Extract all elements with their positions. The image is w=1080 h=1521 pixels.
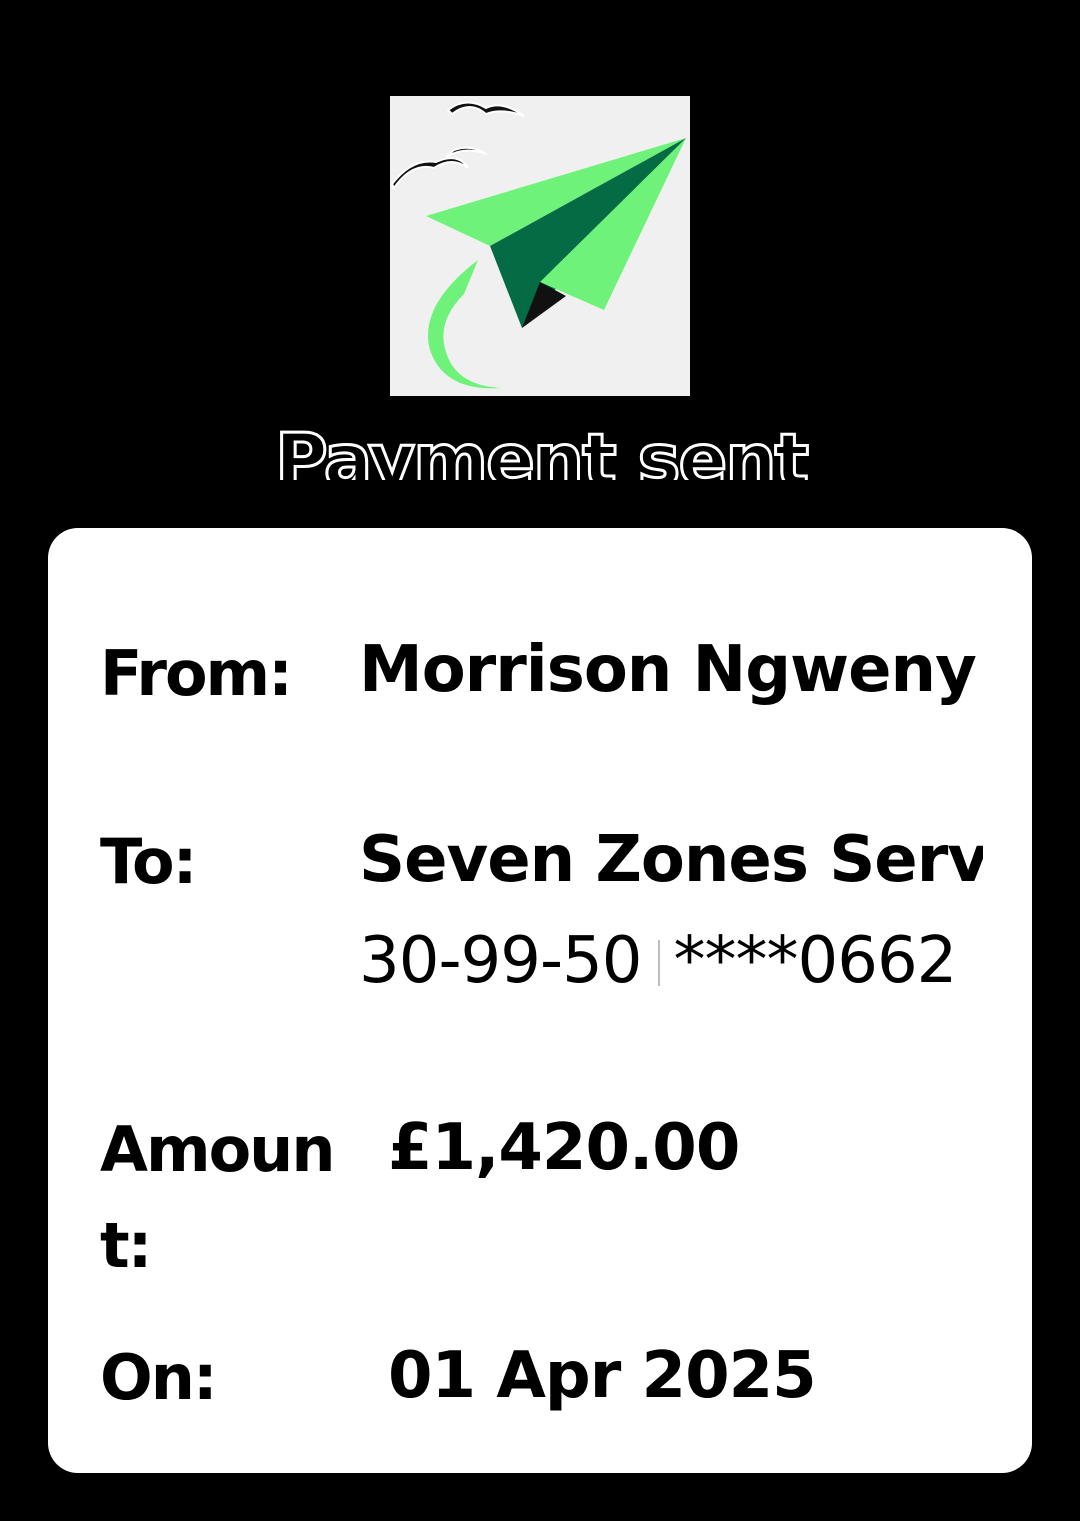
page-title-container: Payment sent bbox=[0, 410, 1080, 481]
from-value: Morrison Ngweny bbox=[359, 633, 977, 707]
sort-code: 30-99-50 bbox=[359, 924, 642, 998]
account-number: ****0662 bbox=[673, 924, 958, 998]
to-label: To: bbox=[100, 825, 197, 898]
paper-plane-icon bbox=[390, 101, 686, 389]
to-name: Seven Zones Serv bbox=[359, 823, 983, 897]
amount-value: £1,420.00 bbox=[388, 1111, 740, 1185]
on-label: On: bbox=[100, 1341, 218, 1414]
plane-trail bbox=[428, 260, 502, 389]
page-title: Payment sent bbox=[273, 417, 810, 481]
divider bbox=[657, 940, 660, 986]
app-logo bbox=[390, 96, 690, 396]
date-value: 01 Apr 2025 bbox=[388, 1339, 816, 1413]
from-label: From: bbox=[100, 637, 293, 710]
bird-icon bbox=[390, 157, 469, 190]
amount-label-line2: t: bbox=[100, 1209, 152, 1282]
payee-account-details: 30-99-50 ****0662 bbox=[359, 921, 983, 1001]
bird-icon bbox=[446, 101, 525, 117]
receipt-card: From: Morrison Ngweny To: Seven Zones Se… bbox=[48, 528, 1032, 1473]
amount-label-line1: Amoun bbox=[100, 1113, 335, 1186]
